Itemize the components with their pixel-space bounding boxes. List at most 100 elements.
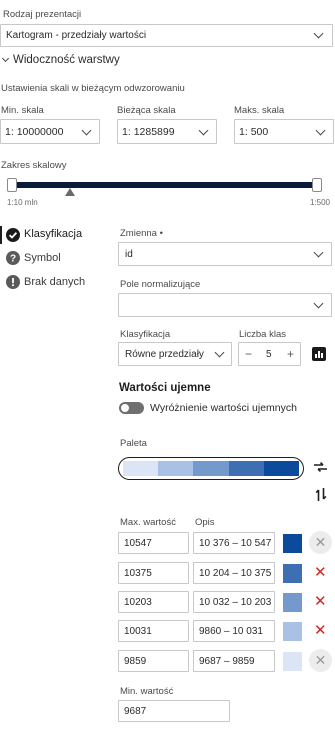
class-color-swatch[interactable] — [283, 534, 302, 553]
range-min-text: 1:10 mln — [7, 198, 38, 207]
swap-vertical-icon[interactable] — [315, 487, 327, 502]
chevron-down-icon — [81, 125, 92, 136]
remove-class-disabled-icon: ✕ — [309, 531, 332, 554]
max-scale-value: 500 — [250, 126, 269, 138]
slider-track — [11, 182, 319, 188]
presentation-type-label: Rodzaj prezentacji — [3, 9, 82, 20]
classification-method-select[interactable]: Równe przedziały — [118, 342, 232, 366]
table-row: 10031 9860 – 10 031 ✕ — [0, 619, 335, 644]
class-count-label: Liczba klas — [239, 329, 286, 340]
negative-values-toggle[interactable] — [119, 402, 144, 414]
scale-range-slider[interactable]: 1:10 mln 1:500 — [3, 173, 333, 209]
normalize-field-label: Pole normalizujące — [120, 279, 201, 290]
min-scale-select[interactable]: 1: 10000000 — [0, 119, 100, 144]
histogram-button[interactable] — [312, 347, 326, 361]
max-value-header: Max. wartość — [120, 517, 176, 528]
check-circle-icon — [6, 228, 20, 242]
min-scale-label: Min. skala — [1, 105, 44, 116]
visibility-section-toggle[interactable]: Widoczność warstwy — [0, 52, 200, 70]
class-color-swatch[interactable] — [283, 652, 302, 671]
slider-min-handle[interactable] — [7, 178, 17, 192]
max-scale-select[interactable]: 1: 500 — [234, 119, 334, 144]
sidenav-label-brak-danych: Brak danych — [24, 276, 86, 288]
max-value-input[interactable]: 10203 — [118, 591, 189, 613]
variable-label: Zmienna • — [120, 228, 163, 239]
table-row: 10375 10 204 – 10 375 ✕ — [0, 561, 335, 586]
sidenav-item-symbol[interactable]: ? Symbol — [6, 250, 106, 268]
table-row: 10547 10 376 – 10 547 ✕ — [0, 531, 335, 556]
alert-circle-icon — [6, 275, 20, 289]
remove-class-icon[interactable]: ✕ — [314, 623, 327, 638]
chevron-down-icon — [214, 347, 225, 358]
scale-settings-caption: Ustawienia skali w bieżącym odwzorowaniu — [1, 83, 185, 94]
variable-value: id — [125, 249, 133, 260]
swap-horizontal-icon[interactable] — [313, 461, 328, 473]
palette-color-3 — [228, 461, 264, 476]
class-count-stepper[interactable]: − 5 + — [238, 342, 301, 366]
palette-label: Paleta — [120, 438, 147, 449]
normalize-field-select[interactable] — [118, 293, 332, 317]
negative-values-toggle-row[interactable]: Wyróżnienie wartości ujemnych — [119, 400, 329, 416]
remove-class-disabled-icon: ✕ — [309, 649, 332, 672]
remove-class-icon[interactable]: ✕ — [314, 594, 327, 609]
sidenav-label-symbol: Symbol — [24, 252, 61, 264]
palette-color-2 — [193, 461, 229, 476]
description-input[interactable]: 10 204 – 10 375 — [193, 562, 275, 584]
variable-select[interactable]: id — [118, 242, 332, 266]
min-value-input[interactable]: 9687 — [118, 700, 230, 722]
class-color-swatch[interactable] — [283, 564, 302, 583]
table-row: 9859 9687 – 9859 ✕ — [0, 649, 335, 674]
description-input[interactable]: 9860 – 10 031 — [193, 620, 275, 642]
current-scale-value: 1285899 — [133, 126, 175, 138]
presentation-type-select[interactable]: Kartogram - przedziały wartości — [0, 24, 333, 47]
negative-values-title: Wartości ujemne — [119, 382, 211, 394]
toggle-knob — [121, 404, 129, 412]
remove-class-icon[interactable]: ✕ — [314, 565, 327, 580]
class-count-decrement[interactable]: − — [245, 347, 252, 361]
current-scale-marker — [64, 188, 75, 196]
min-scale-value: 10000000 — [16, 126, 64, 138]
scale-range-label: Zakres skalowy — [1, 160, 67, 171]
chevron-down-icon — [313, 247, 324, 258]
visibility-section-title: Widoczność warstwy — [13, 54, 120, 66]
sidenav-label-klasyfikacja: Klasyfikacja — [24, 228, 83, 240]
classification-method-value: Równe przedziały — [125, 349, 204, 360]
class-count-value: 5 — [266, 349, 272, 360]
active-nav-indicator — [0, 226, 2, 244]
class-color-swatch[interactable] — [283, 593, 302, 612]
negative-values-toggle-label: Wyróżnienie wartości ujemnych — [150, 402, 297, 414]
current-scale-select[interactable]: 1: 1285899 — [117, 119, 217, 144]
bar-chart-icon — [315, 351, 323, 358]
description-input[interactable]: 10 032 – 10 203 — [193, 591, 275, 613]
palette-color-4 — [263, 461, 300, 476]
palette-strip — [123, 461, 300, 476]
min-value-label: Min. wartość — [120, 686, 174, 697]
palette-color-1 — [158, 461, 194, 476]
max-value-input[interactable]: 10547 — [118, 532, 189, 554]
class-color-swatch[interactable] — [283, 622, 302, 641]
range-max-text: 1:500 — [309, 198, 330, 207]
palette-select[interactable] — [118, 457, 304, 480]
class-count-increment[interactable]: + — [287, 347, 294, 361]
description-header: Opis — [195, 517, 215, 528]
max-value-input[interactable]: 10375 — [118, 562, 189, 584]
chevron-down-icon — [198, 125, 209, 136]
chevron-down-icon — [313, 28, 324, 39]
chevron-down-icon — [313, 298, 324, 309]
current-scale-label: Bieżąca skala — [117, 105, 176, 116]
sidenav-item-brak-danych[interactable]: Brak danych — [6, 274, 106, 292]
max-scale-label: Maks. skala — [234, 105, 285, 116]
description-input[interactable]: 9687 – 9859 — [193, 650, 275, 672]
chevron-down-icon — [315, 125, 326, 136]
svg-text:?: ? — [10, 254, 16, 265]
slider-max-handle[interactable] — [312, 178, 322, 192]
max-value-input[interactable]: 9859 — [118, 650, 189, 672]
description-input[interactable]: 10 376 – 10 547 — [193, 532, 275, 554]
max-scale-prefix: 1: — [239, 126, 248, 138]
presentation-type-value: Kartogram - przedziały wartości — [6, 30, 147, 41]
max-value-input[interactable]: 10031 — [118, 620, 189, 642]
sidenav-item-klasyfikacja[interactable]: Klasyfikacja — [6, 226, 106, 244]
chevron-down-icon — [1, 54, 10, 63]
classification-method-label: Klasyfikacja — [120, 329, 171, 340]
min-scale-prefix: 1: — [5, 126, 14, 138]
